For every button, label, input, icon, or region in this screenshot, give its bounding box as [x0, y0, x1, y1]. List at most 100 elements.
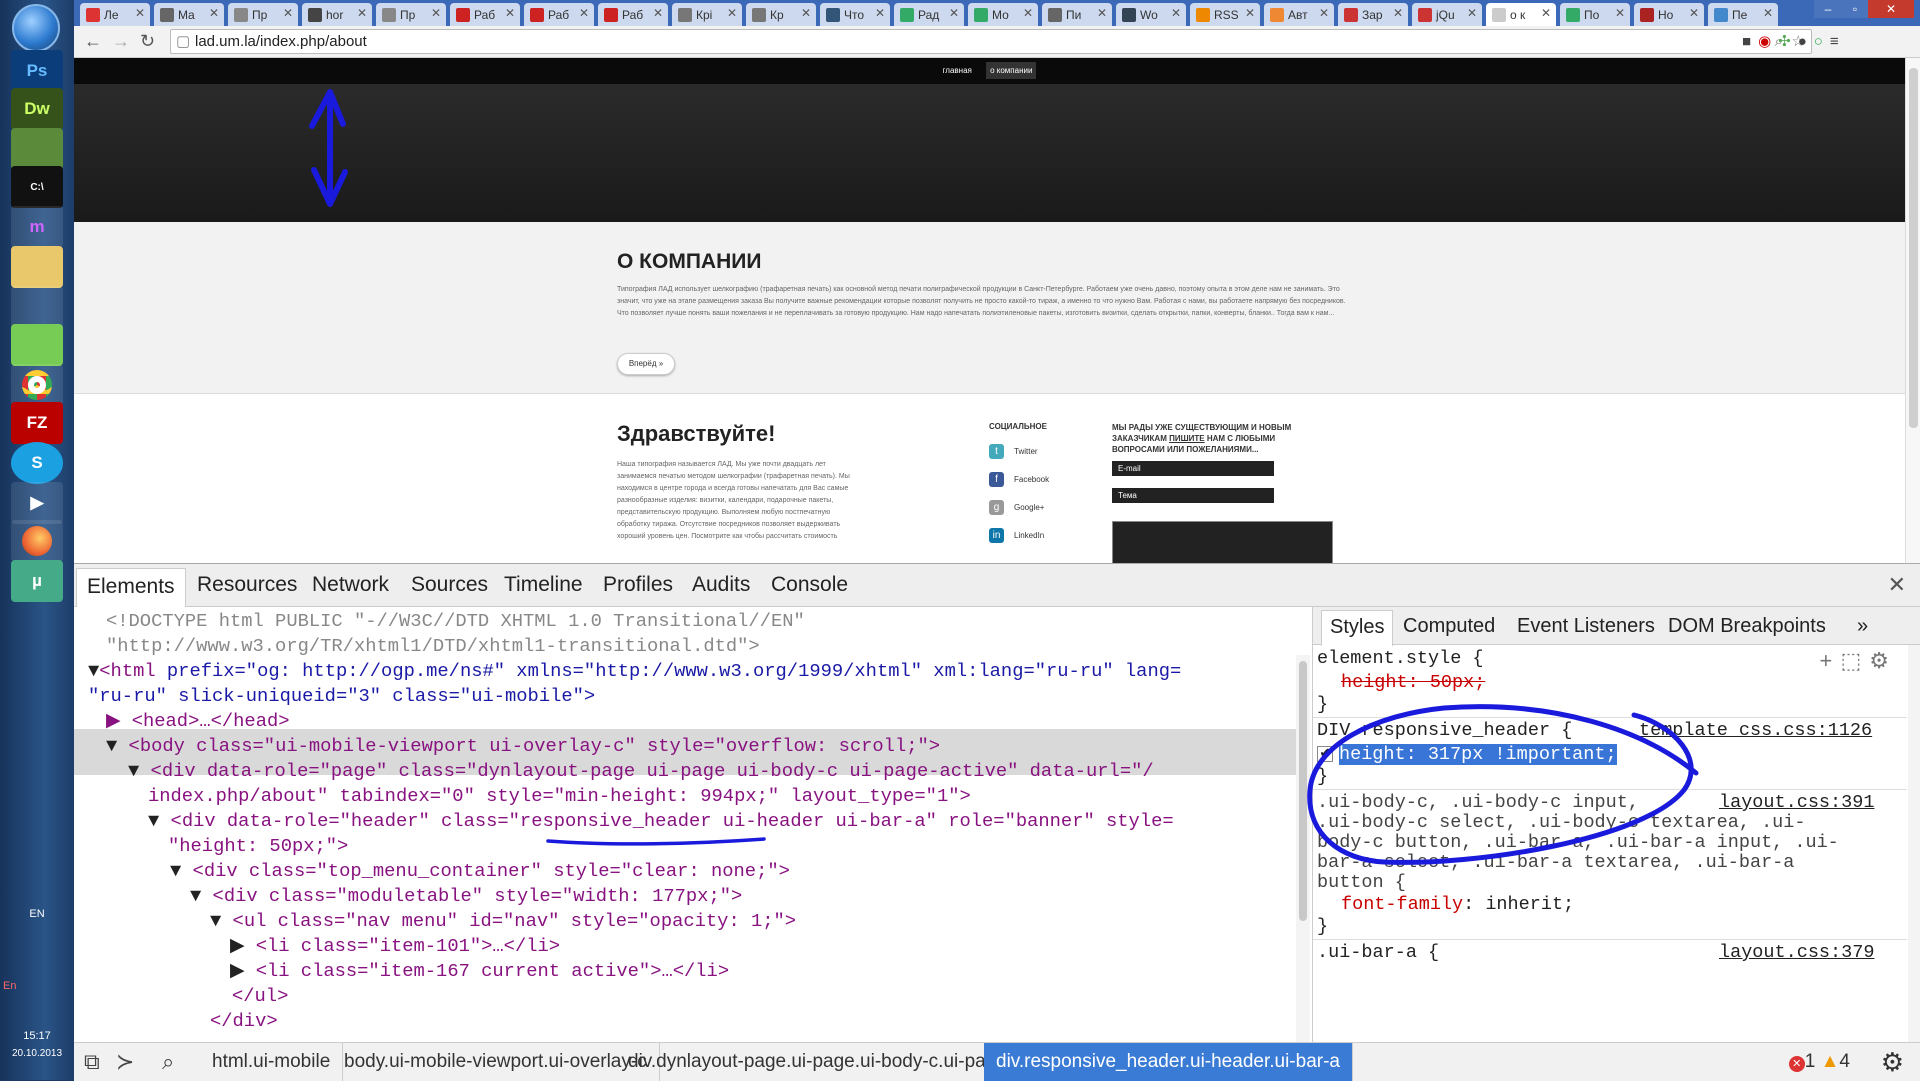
browser-tab[interactable]: По ✕	[1560, 3, 1630, 26]
utorrent-icon[interactable]: µ	[11, 560, 63, 602]
rule-ui-bar-a[interactable]: .ui-bar-a {	[1317, 941, 1439, 965]
dreamweaver-icon[interactable]: Dw	[11, 88, 63, 130]
dom-head[interactable]: ▶ <head>…</head>	[106, 709, 290, 734]
tab-console[interactable]: Console	[771, 573, 848, 597]
social-link-facebook[interactable]: f Facebook	[989, 472, 1109, 487]
browser-tab[interactable]: Раб ✕	[598, 3, 668, 26]
browser-tab[interactable]: o к ✕	[1486, 3, 1556, 26]
social-link-linkedin[interactable]: in LinkedIn	[989, 528, 1109, 543]
tab-dom-breakpoints[interactable]: DOM Breakpoints	[1668, 615, 1826, 638]
browser-tab[interactable]: Крі ✕	[672, 3, 742, 26]
dom-scrollbar-thumb[interactable]	[1299, 661, 1307, 921]
email-field[interactable]: E-mail	[1112, 461, 1274, 476]
browser-tab[interactable]: Wo ✕	[1116, 3, 1186, 26]
reload-icon[interactable]: ↻	[140, 31, 155, 52]
tab-close-icon[interactable]: ✕	[1615, 6, 1625, 20]
element-state-icon[interactable]: ⬚	[1840, 650, 1869, 675]
tab-close-icon[interactable]: ✕	[1097, 6, 1107, 20]
dom-doctype[interactable]: <!DOCTYPE html PUBLIC "-//W3C//DTD XHTML…	[106, 609, 805, 634]
tab-close-icon[interactable]: ✕	[1541, 6, 1551, 20]
tab-close-icon[interactable]: ✕	[209, 6, 219, 20]
forward-icon[interactable]: →	[112, 31, 130, 52]
search-icon[interactable]: ⌕	[162, 1049, 174, 1075]
dom-ul-nav[interactable]: ▼ <ul class="nav menu" id="nav" style="o…	[210, 909, 796, 934]
rule-element-style[interactable]: element.style {	[1317, 647, 1484, 671]
media-player-icon[interactable]: ▶	[11, 482, 63, 524]
browser-tab[interactable]: hor ✕	[302, 3, 372, 26]
tab-styles[interactable]: Styles	[1321, 610, 1394, 646]
tab-close-icon[interactable]: ✕	[283, 6, 293, 20]
language-indicator[interactable]: EN	[0, 908, 74, 920]
photoshop-icon[interactable]: Ps	[11, 50, 63, 92]
social-link-twitter[interactable]: t Twitter	[989, 444, 1109, 459]
tab-close-icon[interactable]: ✕	[1393, 6, 1403, 20]
console-drawer-icon[interactable]: ≻	[116, 1049, 134, 1075]
dom-moduletable[interactable]: ▼ <div class="moduletable" style="width:…	[190, 884, 742, 909]
tab-close-icon[interactable]: ✕	[505, 6, 515, 20]
browser-tab[interactable]: Что ✕	[820, 3, 890, 26]
adblock-icon[interactable]: ◉	[1758, 33, 1778, 50]
filezilla-icon[interactable]: FZ	[11, 402, 63, 444]
tab-sources[interactable]: Sources	[411, 573, 488, 597]
browser-tab[interactable]: Ma ✕	[154, 3, 224, 26]
settings-gear-icon[interactable]: ⚙	[1869, 650, 1897, 675]
error-warning-counts[interactable]: ✕ 1 ▲4	[1788, 1051, 1850, 1073]
extension-circle-icon[interactable]: ●	[1798, 33, 1814, 50]
browser-tab[interactable]: jQu ✕	[1412, 3, 1482, 26]
tab-close-icon[interactable]: ✕	[727, 6, 737, 20]
tab-resources[interactable]: Resources	[197, 573, 297, 597]
browser-tab[interactable]: Пр ✕	[376, 3, 446, 26]
minimize-button[interactable]: –	[1814, 0, 1842, 18]
breadcrumb-div-header[interactable]: div.responsive_header.ui-header.ui-bar-a	[984, 1043, 1353, 1081]
extension-s-icon[interactable]: ■	[1742, 33, 1758, 50]
tab-network[interactable]: Network	[312, 573, 389, 597]
devtools-close-icon[interactable]: ✕	[1888, 572, 1906, 598]
address-bar[interactable]: ▢ lad.um.la/index.php/about ☆ ⌕	[170, 29, 1812, 54]
browser-tab[interactable]: Пи ✕	[1042, 3, 1112, 26]
extension-green-icon[interactable]: ○	[1814, 33, 1830, 50]
notepad-icon[interactable]	[11, 324, 63, 366]
dom-li-167[interactable]: ▶ <li class="item-167 current active">…<…	[230, 959, 729, 984]
back-icon[interactable]: ←	[84, 31, 102, 52]
tab-computed[interactable]: Computed	[1403, 615, 1495, 638]
tab-elements[interactable]: Elements	[76, 568, 186, 607]
nav-link-about[interactable]: о компании	[986, 62, 1037, 79]
menu-icon[interactable]: ≡	[1830, 33, 1846, 50]
tab-close-icon[interactable]: ✕	[1023, 6, 1033, 20]
tab-timeline[interactable]: Timeline	[504, 573, 583, 597]
breadcrumb-body[interactable]: body.ui-mobile-viewport.ui-overlay-c	[332, 1043, 660, 1081]
tab-close-icon[interactable]: ✕	[653, 6, 663, 20]
subject-field[interactable]: Тема	[1112, 488, 1274, 503]
tab-close-icon[interactable]: ✕	[1171, 6, 1181, 20]
maximize-button[interactable]: ▫	[1842, 0, 1868, 18]
tab-close-icon[interactable]: ✕	[875, 6, 885, 20]
write-us-link[interactable]: ПИШИТЕ	[1169, 434, 1205, 443]
tab-close-icon[interactable]: ✕	[1763, 6, 1773, 20]
browser-tab[interactable]: Пр ✕	[228, 3, 298, 26]
evernote-icon[interactable]	[11, 128, 63, 170]
page-scrollbar[interactable]	[1905, 58, 1920, 563]
prop-font-family[interactable]: font-family: inherit;	[1341, 893, 1574, 917]
tab-close-icon[interactable]: ✕	[1689, 6, 1699, 20]
window-close-button[interactable]: ✕	[1868, 0, 1914, 18]
browser-tab[interactable]: Зар ✕	[1338, 3, 1408, 26]
dom-scrollbar[interactable]	[1296, 655, 1310, 1042]
folder-icon[interactable]	[11, 246, 63, 288]
breadcrumb-html[interactable]: html.ui-mobile	[200, 1043, 344, 1081]
browser-tab[interactable]: Авт ✕	[1264, 3, 1334, 26]
browser-tab[interactable]: Ле ✕	[80, 3, 150, 26]
dom-div-page[interactable]: ▼ <div data-role="page" class="dynlayout…	[128, 759, 1154, 784]
skype-icon[interactable]: S	[11, 442, 63, 484]
tab-close-icon[interactable]: ✕	[135, 6, 145, 20]
source-link-layout-379[interactable]: layout.css:379	[1719, 941, 1874, 965]
tab-profiles[interactable]: Profiles	[603, 573, 673, 597]
dock-icon[interactable]: ⧉	[84, 1049, 100, 1075]
extension-puzzle-icon[interactable]: ✣	[1778, 33, 1798, 50]
dom-div-header[interactable]: ▼ <div data-role="header" class="respons…	[148, 809, 1174, 834]
social-link-googleplus[interactable]: g Google+	[989, 500, 1109, 515]
dom-body[interactable]: ▼ <body class="ui-mobile-viewport ui-ove…	[106, 734, 940, 759]
browser-tab[interactable]: RSS ✕	[1190, 3, 1260, 26]
prop-height-overridden[interactable]: height: 50px;	[1341, 671, 1485, 695]
message-textarea[interactable]	[1112, 521, 1333, 563]
firefox-icon[interactable]	[11, 520, 63, 562]
